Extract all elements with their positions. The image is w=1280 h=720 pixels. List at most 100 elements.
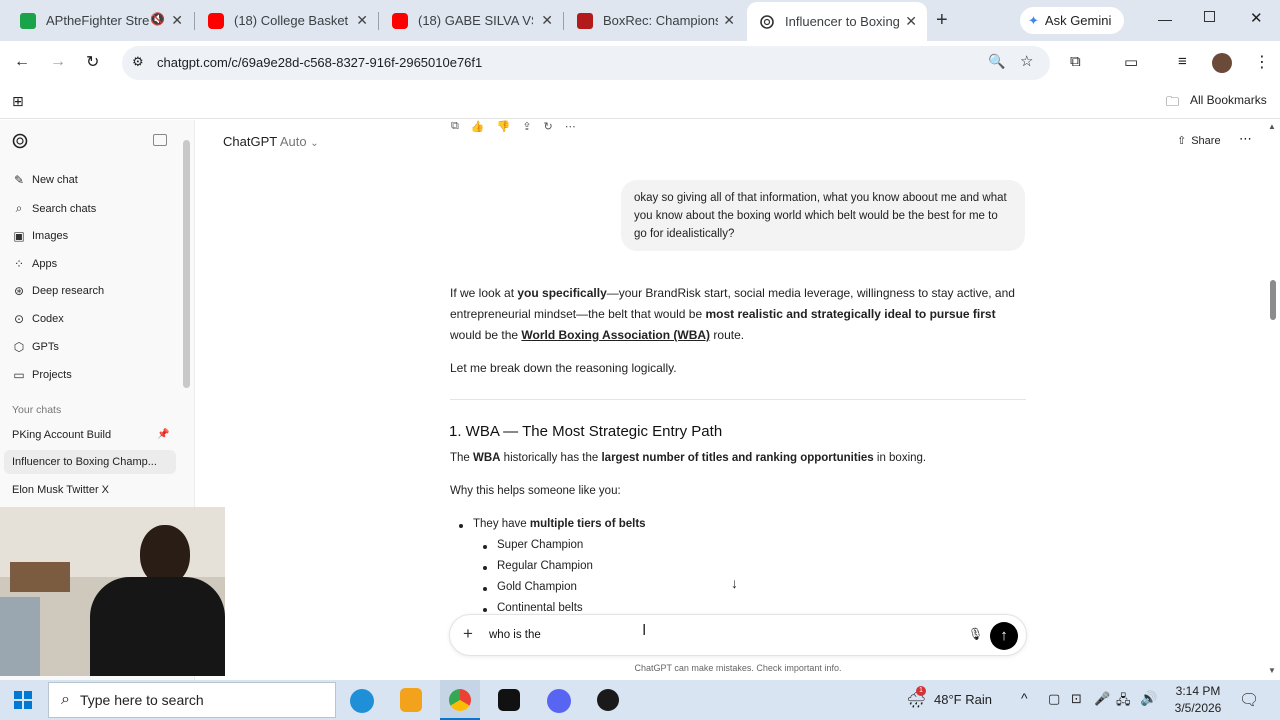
tab-aptheFighter[interactable]: APtheFighter Stre 🔇 ✕ bbox=[8, 6, 193, 35]
prompt-input[interactable]: who is the bbox=[489, 629, 541, 641]
all-bookmarks-link[interactable]: All Bookmarks bbox=[1190, 93, 1267, 107]
sidebar-item-projects[interactable]: ▭ Projects bbox=[12, 368, 72, 382]
main-scrollbar-thumb[interactable] bbox=[1270, 280, 1276, 320]
boxrec-favicon-icon bbox=[577, 12, 593, 29]
regenerate-icon[interactable]: ↻ bbox=[543, 120, 552, 133]
close-tab-icon[interactable]: ✕ bbox=[723, 12, 735, 29]
minimize-icon[interactable]: — bbox=[1158, 11, 1172, 27]
nav-label: Images bbox=[32, 230, 69, 242]
muted-speaker-icon[interactable]: 🔇 bbox=[150, 12, 165, 26]
tab-separator bbox=[563, 12, 564, 30]
taskbar-search-placeholder: Type here to search bbox=[79, 692, 204, 708]
windows-start-icon[interactable] bbox=[14, 691, 32, 709]
send-button[interactable]: ↑ bbox=[990, 622, 1018, 650]
site-info-icon[interactable]: ⚙ bbox=[132, 54, 144, 70]
weather-text[interactable]: 48°F Rain bbox=[934, 692, 992, 707]
sidebar-scrollbar[interactable] bbox=[183, 140, 190, 388]
microphone-icon[interactable]: 🎤 bbox=[1094, 691, 1110, 707]
webcam-shelf bbox=[10, 562, 70, 592]
share-button[interactable]: ⇧ Share bbox=[1177, 134, 1221, 148]
nav-label: Projects bbox=[32, 369, 72, 381]
conversation-options-icon[interactable]: ⋯ bbox=[1239, 131, 1252, 147]
extensions-icon[interactable]: ⧉ bbox=[1070, 53, 1081, 70]
chat-item-elon[interactable]: Elon Musk Twitter X bbox=[12, 484, 109, 496]
bookmark-star-icon[interactable]: ☆ bbox=[1020, 52, 1033, 70]
tab-title: APtheFighter Stre bbox=[46, 13, 150, 28]
tab-gabe-silva[interactable]: (18) GABE SILVA VS A ✕ bbox=[380, 6, 563, 35]
tier-item: Regular Champion bbox=[497, 560, 593, 572]
close-tab-icon[interactable]: ✕ bbox=[356, 12, 368, 29]
chrome-taskbar-active[interactable] bbox=[440, 680, 480, 720]
more-actions-icon[interactable]: ⋯ bbox=[565, 120, 576, 133]
thumbs-up-icon[interactable]: 👍 bbox=[471, 120, 485, 133]
sidebar-item-codex[interactable]: ⊙ Codex bbox=[12, 312, 64, 326]
tier-item: Continental belts bbox=[497, 602, 583, 614]
sidebar-item-gpts[interactable]: ⬡ GPTs bbox=[12, 340, 59, 354]
search-icon: ⌕ bbox=[15, 201, 23, 215]
clock-time[interactable]: 3:14 PM bbox=[1172, 684, 1224, 698]
forward-icon[interactable]: → bbox=[50, 53, 66, 71]
new-tab-icon[interactable]: + bbox=[936, 9, 948, 32]
sidebar-item-images[interactable]: ▣ Images bbox=[12, 229, 68, 243]
close-tab-icon[interactable]: ✕ bbox=[905, 13, 917, 30]
cast-icon[interactable]: ▭ bbox=[1124, 53, 1138, 71]
capcut-icon[interactable] bbox=[498, 689, 520, 711]
back-icon[interactable]: ← bbox=[14, 53, 30, 71]
add-attachment-icon[interactable]: + bbox=[463, 624, 473, 644]
model-selector[interactable]: ChatGPT Auto ⌄ bbox=[223, 134, 319, 149]
notifications-icon[interactable]: 🗨 bbox=[1239, 690, 1259, 710]
youtube-favicon-icon bbox=[392, 12, 408, 29]
profile-avatar[interactable] bbox=[1212, 53, 1232, 73]
apps-grid-icon[interactable]: ⊞ bbox=[12, 93, 24, 110]
youtube-favicon-icon bbox=[208, 12, 224, 29]
edge-icon[interactable] bbox=[350, 689, 374, 713]
sidebar-item-search-chats[interactable]: ⌕ Search chats bbox=[12, 201, 97, 216]
section-divider bbox=[450, 399, 1026, 400]
chevron-up-icon[interactable]: ^ bbox=[1021, 690, 1028, 706]
sidebar-item-deep-research[interactable]: ⊛ Deep research bbox=[12, 284, 104, 298]
collapse-sidebar-icon[interactable] bbox=[153, 134, 167, 146]
clock-date[interactable]: 3/5/2026 bbox=[1170, 701, 1226, 715]
reload-icon[interactable]: ↻ bbox=[86, 52, 99, 72]
more-menu-icon[interactable]: ⋮ bbox=[1254, 52, 1270, 72]
pin-icon[interactable]: 📌 bbox=[157, 429, 169, 440]
share-message-icon[interactable]: ⇪ bbox=[522, 120, 531, 133]
network-icon[interactable]: 🖧 bbox=[1116, 691, 1131, 713]
close-tab-icon[interactable]: ✕ bbox=[171, 12, 183, 29]
obs-icon[interactable] bbox=[597, 689, 619, 711]
scroll-up-arrow-icon[interactable]: ▲ bbox=[1268, 122, 1276, 131]
scroll-down-icon[interactable]: ↓ bbox=[731, 575, 738, 591]
wba-link[interactable]: World Boxing Association (WBA) bbox=[521, 328, 710, 342]
sidebar-item-apps[interactable]: ⁘ Apps bbox=[12, 257, 57, 271]
tab-influencer-active[interactable]: Influencer to Boxing ✕ bbox=[747, 2, 927, 41]
url-text[interactable]: chatgpt.com/c/69a9e28d-c568-8327-916f-29… bbox=[157, 55, 482, 70]
folder-icon: 🗀 bbox=[1166, 94, 1180, 109]
close-window-icon[interactable]: ✕ bbox=[1250, 9, 1263, 27]
address-bar[interactable]: ⚙ chatgpt.com/c/69a9e28d-c568-8327-916f-… bbox=[122, 46, 1050, 80]
message-actions: ⧉ 👍 👎 ⇪ ↻ ⋯ bbox=[451, 120, 576, 133]
sidebar-item-new-chat[interactable]: ✎ New chat bbox=[12, 173, 78, 187]
tab-boxrec[interactable]: BoxRec: Champions ✕ bbox=[565, 6, 745, 35]
zoom-icon[interactable]: 🔍 bbox=[988, 53, 1005, 70]
discord-icon[interactable] bbox=[547, 689, 571, 713]
tray-app-icon[interactable]: ▢ bbox=[1048, 691, 1060, 707]
restore-icon[interactable] bbox=[1204, 11, 1215, 22]
taskbar-search-box[interactable]: ⌕ Type here to search bbox=[48, 682, 336, 718]
copy-icon[interactable]: ⧉ bbox=[451, 120, 459, 133]
thumbs-down-icon[interactable]: 👎 bbox=[497, 120, 511, 133]
scroll-down-arrow-icon[interactable]: ▼ bbox=[1268, 666, 1276, 675]
chat-item-pking[interactable]: PKing Account Build bbox=[12, 429, 111, 441]
openai-logo-icon[interactable] bbox=[12, 133, 28, 149]
chat-item-influencer[interactable]: Influencer to Boxing Champ... bbox=[12, 456, 157, 468]
fl-studio-icon[interactable] bbox=[400, 688, 422, 712]
breakdown-line: Let me break down the reasoning logicall… bbox=[450, 361, 677, 375]
text-run: route. bbox=[710, 328, 745, 342]
ask-gemini-button[interactable]: ✦ Ask Gemini bbox=[1020, 7, 1124, 34]
close-tab-icon[interactable]: ✕ bbox=[541, 12, 553, 29]
media-controls-icon[interactable]: ≡ bbox=[1178, 53, 1187, 70]
edit-icon: ✎ bbox=[13, 173, 25, 187]
tab-college-basketball[interactable]: (18) College Basketba ✕ bbox=[196, 6, 378, 35]
volume-icon[interactable]: 🔊 bbox=[1140, 690, 1157, 707]
camera-icon[interactable]: ⊡ bbox=[1071, 691, 1082, 707]
microphone-icon[interactable]: 🎙 bbox=[968, 627, 983, 641]
